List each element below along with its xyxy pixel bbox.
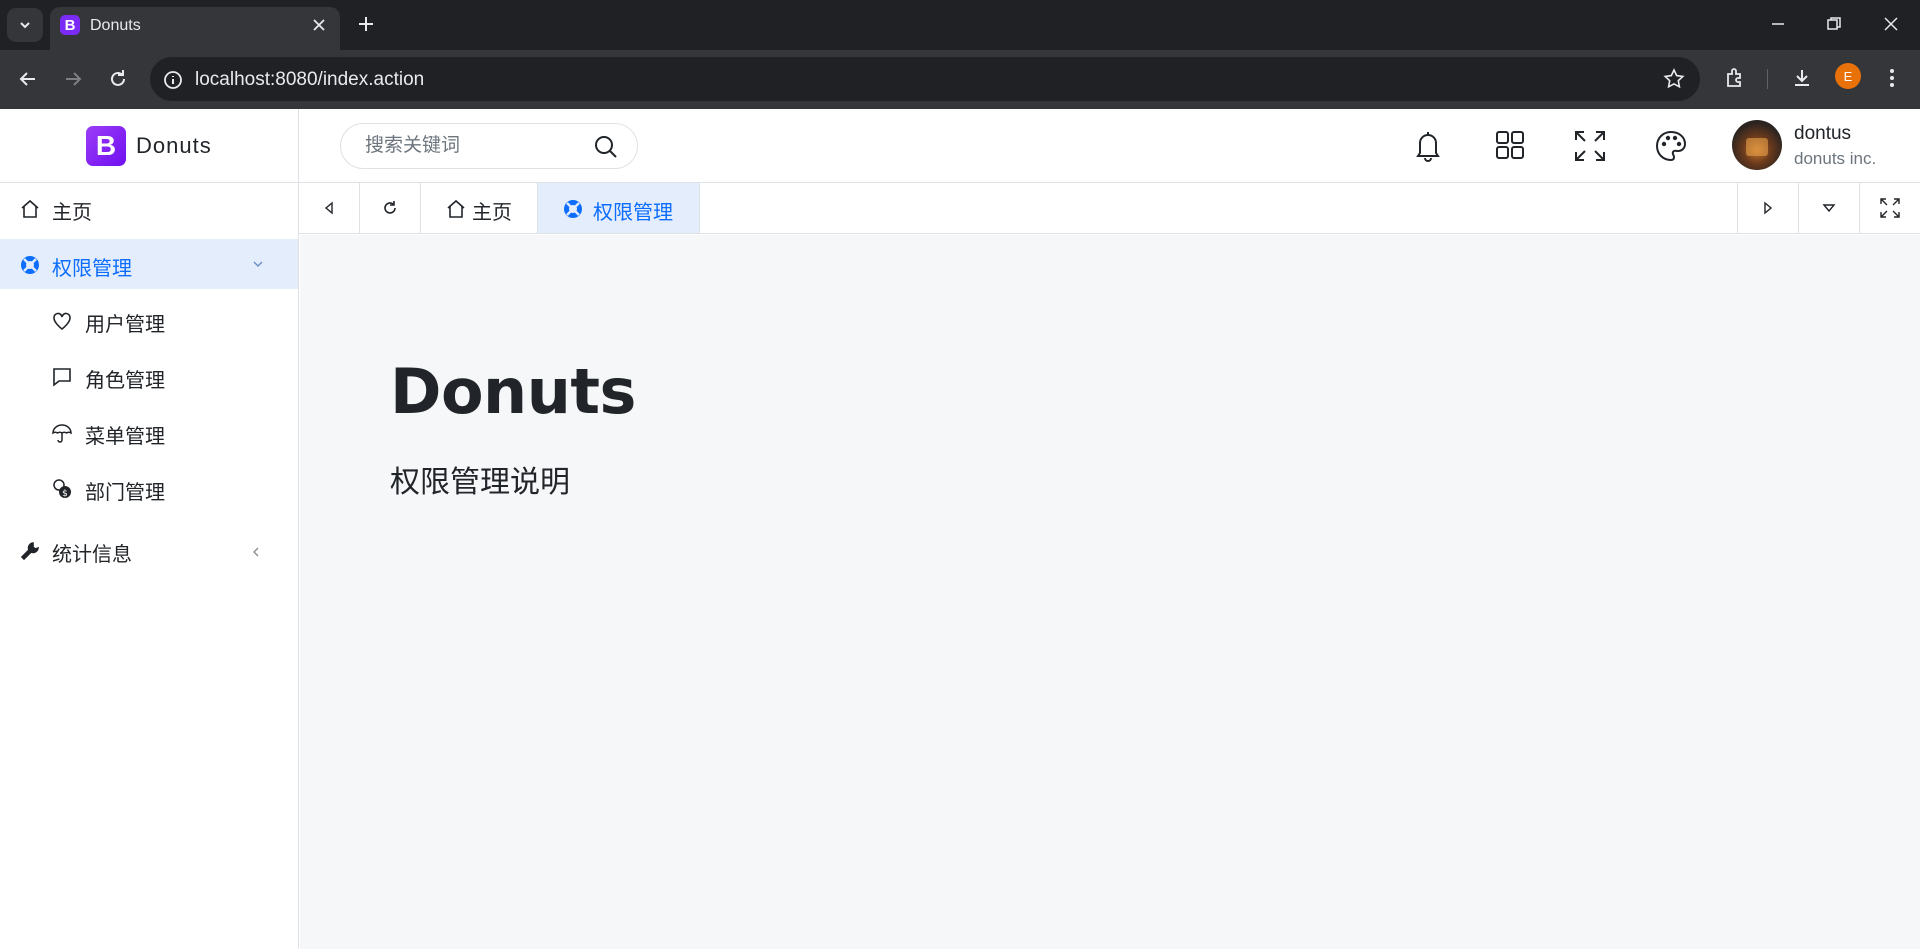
tabs-menu-button[interactable] <box>1798 183 1859 233</box>
top-header: dontus donuts inc. <box>299 109 1920 183</box>
sidebar-item-departments[interactable]: $ 部门管理 <box>0 463 298 513</box>
brand-name: Donuts <box>136 133 212 158</box>
caret-right-icon <box>1764 201 1773 215</box>
grid-icon[interactable] <box>1494 129 1526 161</box>
new-tab-icon[interactable] <box>355 13 377 35</box>
tab-permissions[interactable]: 权限管理 <box>538 183 700 233</box>
bell-icon[interactable] <box>1413 129 1443 163</box>
tabs-scroll-left-button[interactable] <box>299 183 360 233</box>
sidebar: 主页 权限管理 用户管理 角色管理 菜单管理 $ 部门管理 统计信息 <box>0 183 299 949</box>
tab-home[interactable]: 主页 <box>421 183 538 233</box>
brand[interactable]: B Donuts <box>0 109 299 183</box>
sidebar-item-label: 主页 <box>52 202 92 224</box>
address-bar[interactable]: localhost:8080/index.action <box>150 57 1700 101</box>
content-fullscreen-button[interactable] <box>1859 183 1920 233</box>
page-subtitle: 权限管理说明 <box>390 466 570 499</box>
toolbar-divider <box>1767 69 1768 89</box>
wrench-icon <box>20 542 39 561</box>
page-tabs-bar: 主页 权限管理 <box>299 183 1920 234</box>
search-input[interactable] <box>365 134 585 158</box>
tab-label: 主页 <box>472 202 512 224</box>
sidebar-item-permissions[interactable]: 权限管理 <box>0 239 298 289</box>
umbrella-icon <box>52 424 72 443</box>
browser-tab[interactable]: B Donuts <box>50 7 340 50</box>
main-content: Donuts 权限管理说明 <box>300 235 1920 949</box>
site-info-icon[interactable] <box>162 69 184 91</box>
chevron-left-icon <box>253 547 259 557</box>
sidebar-item-menus[interactable]: 菜单管理 <box>0 407 298 457</box>
sidebar-item-label: 菜单管理 <box>85 426 165 448</box>
coins-icon: $ <box>53 479 71 499</box>
minimize-icon[interactable] <box>1768 14 1788 34</box>
sidebar-item-label: 权限管理 <box>52 258 132 280</box>
palette-icon[interactable] <box>1654 129 1688 163</box>
lifebuoy-icon <box>21 256 39 274</box>
back-icon[interactable] <box>16 67 40 91</box>
close-icon[interactable] <box>310 16 328 34</box>
sidebar-item-label: 部门管理 <box>85 482 165 504</box>
chevron-down-icon <box>20 22 30 29</box>
browser-toolbar: localhost:8080/index.action E <box>0 50 1920 109</box>
sidebar-item-users[interactable]: 用户管理 <box>0 295 298 345</box>
user-name[interactable]: dontus <box>1794 123 1851 145</box>
window-close-icon[interactable] <box>1881 14 1901 34</box>
sidebar-item-statistics[interactable]: 统计信息 <box>0 525 298 575</box>
browser-tab-bar: B Donuts <box>0 0 1920 50</box>
svg-text:$: $ <box>62 489 68 499</box>
user-company: donuts inc. <box>1794 149 1877 168</box>
tab-list-button[interactable] <box>7 8 43 42</box>
brand-logo: B <box>86 126 126 166</box>
profile-avatar[interactable]: E <box>1835 63 1861 89</box>
fullscreen-icon[interactable] <box>1573 129 1607 163</box>
more-menu-icon[interactable] <box>1882 66 1902 90</box>
chevron-down-icon <box>253 261 263 267</box>
chat-icon <box>53 368 71 387</box>
refresh-icon <box>384 201 396 214</box>
sidebar-item-label: 统计信息 <box>52 544 132 566</box>
bookmark-star-icon[interactable] <box>1663 68 1685 90</box>
home-icon <box>21 199 39 218</box>
app-root: B Donuts dontus donuts inc. 主页 权限管理 用户管理 <box>0 109 1920 949</box>
sidebar-item-home[interactable]: 主页 <box>0 183 298 233</box>
home-icon <box>447 199 465 218</box>
sidebar-item-label: 角色管理 <box>85 370 165 392</box>
page-title: Donuts <box>390 355 636 428</box>
caret-left-icon <box>324 201 333 215</box>
avatar[interactable] <box>1732 120 1782 170</box>
tab-label: 权限管理 <box>593 202 673 224</box>
extensions-icon[interactable] <box>1723 66 1747 90</box>
caret-down-icon <box>1822 204 1836 213</box>
restore-icon[interactable] <box>1824 14 1844 34</box>
search-box <box>340 123 638 169</box>
url-text: localhost:8080/index.action <box>195 69 425 90</box>
tabs-scroll-right-button[interactable] <box>1737 183 1798 233</box>
download-icon[interactable] <box>1790 66 1814 90</box>
reload-icon[interactable] <box>106 67 130 91</box>
refresh-button[interactable] <box>360 183 421 233</box>
sidebar-item-label: 用户管理 <box>85 314 165 336</box>
heart-icon <box>53 312 71 331</box>
search-icon[interactable] <box>593 134 619 160</box>
forward-icon[interactable] <box>61 67 85 91</box>
sidebar-item-roles[interactable]: 角色管理 <box>0 351 298 401</box>
fullscreen-icon <box>1880 198 1900 218</box>
tab-title: Donuts <box>90 17 141 34</box>
lifebuoy-icon <box>564 200 582 218</box>
tab-favicon: B <box>60 15 80 35</box>
